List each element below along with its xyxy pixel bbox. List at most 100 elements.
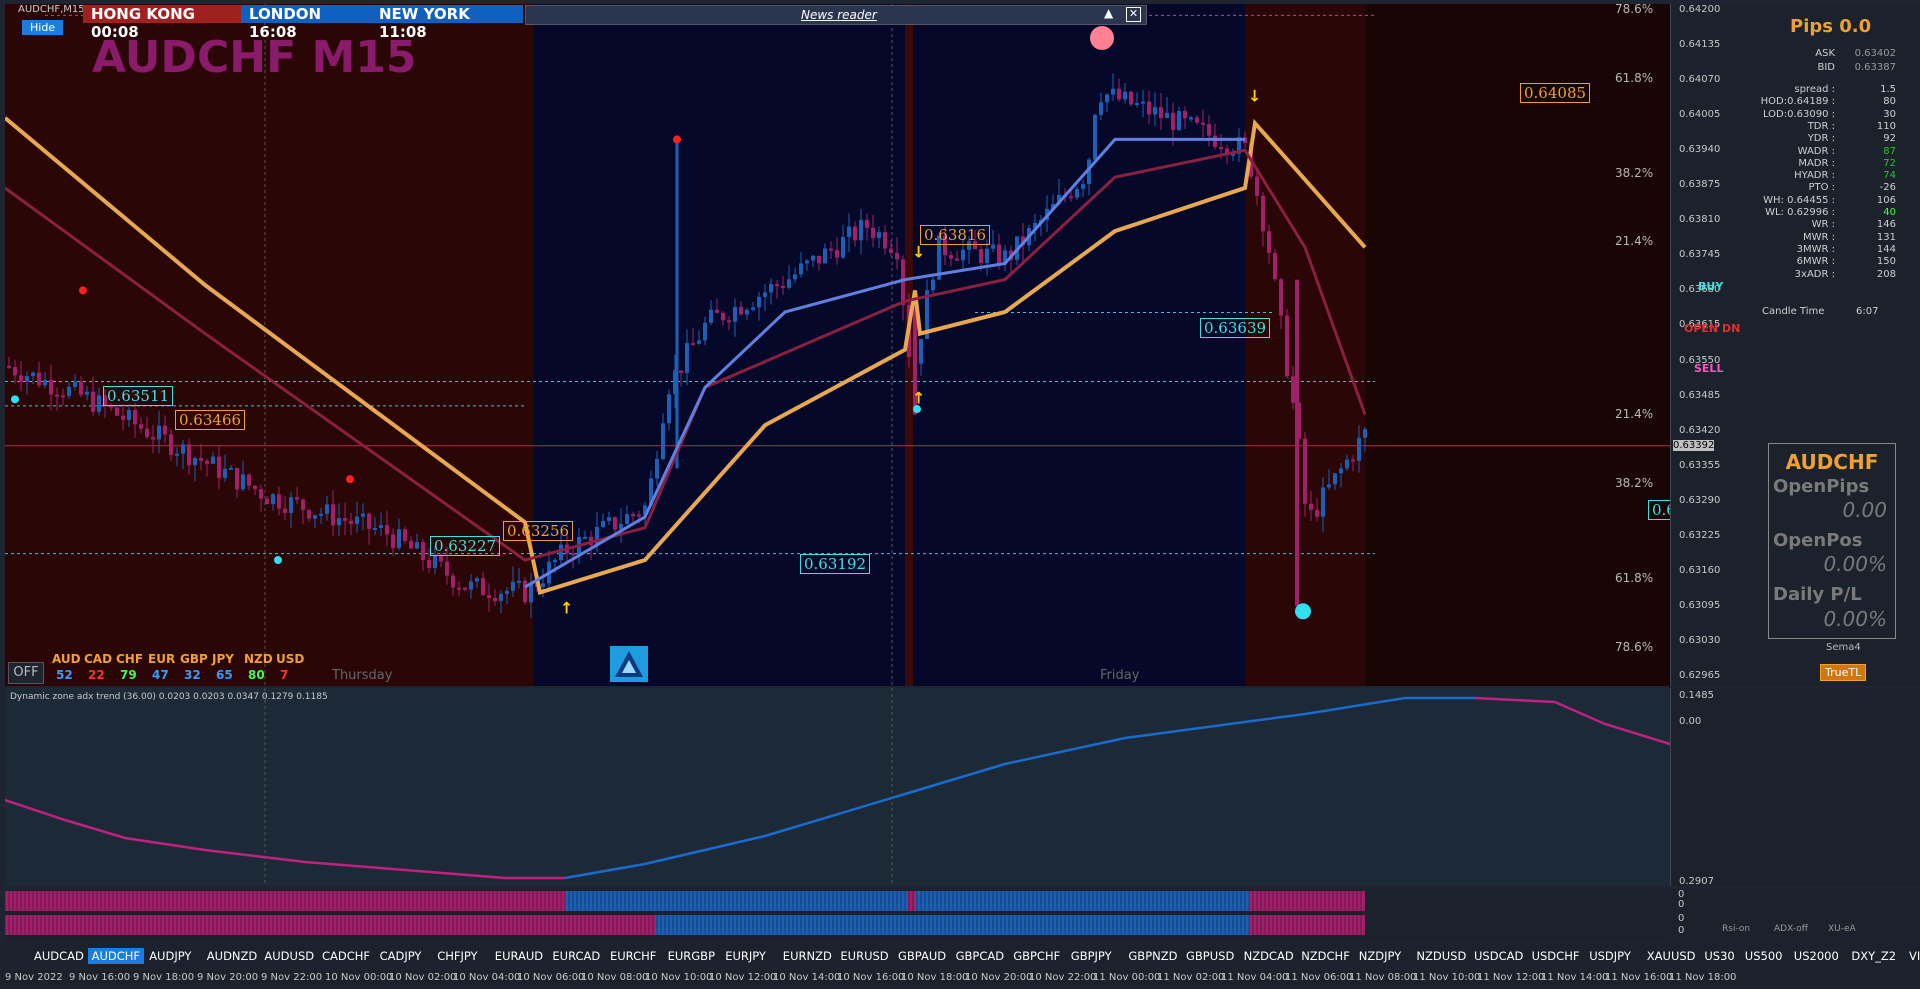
candle-body <box>697 340 701 344</box>
main-price-chart[interactable]: ↑ ↓ ↑ ↓ <box>5 4 1670 686</box>
symbol-tab[interactable]: GBPNZD <box>1124 948 1181 964</box>
symbol-tab[interactable]: GBPAUD <box>894 948 950 964</box>
symbol-tab[interactable]: AUDCAD <box>30 948 88 964</box>
symbol-tab[interactable]: EURJPY <box>721 948 770 964</box>
candle-body <box>1129 91 1133 105</box>
symbol-tab[interactable]: EURAUD <box>491 948 547 964</box>
symbol-tab[interactable]: CADJPY <box>376 948 426 964</box>
asia-session-bg <box>1245 4 1365 686</box>
hide-button[interactable]: Hide <box>22 20 64 35</box>
info-row-value: 72 <box>1883 157 1896 169</box>
candle-body <box>157 425 161 440</box>
symbol-tab[interactable]: VIX_X2 <box>1905 948 1920 964</box>
candle-body <box>319 513 323 516</box>
currency-name: GBP <box>180 652 208 666</box>
candle-body <box>181 444 185 454</box>
buy-signal[interactable]: BUY <box>1698 280 1723 293</box>
symbol-tab[interactable]: XAUUSD <box>1643 948 1700 964</box>
candle-body <box>805 260 809 264</box>
candle-body <box>31 372 35 377</box>
price-scale[interactable]: 0.64200 0.64135 0.64070 0.64005 0.63940 0.638… <box>1670 4 1727 686</box>
symbol-tab[interactable]: AUDJPY <box>145 948 195 964</box>
symbol-tab[interactable]: EURCAD <box>548 948 604 964</box>
symbol-tab[interactable]: EURUSD <box>836 948 892 964</box>
symbol-tab[interactable]: NZDJPY <box>1355 948 1405 964</box>
candle-body <box>631 514 635 517</box>
candle-body <box>313 515 317 519</box>
indicator-line-bear <box>4 798 565 880</box>
candle-body <box>679 370 683 373</box>
candle-body <box>1183 110 1187 119</box>
daily-pl-value: 0.00% <box>1823 607 1887 631</box>
sell-signal[interactable]: SELL <box>1694 362 1723 375</box>
close-icon[interactable]: ✕ <box>1126 7 1141 22</box>
currency-name: JPY <box>212 652 234 666</box>
symbol-tab[interactable]: USDCAD <box>1470 948 1527 964</box>
time-axis: 9 Nov 2022 9 Nov 16:00 9 Nov 18:00 9 Nov 20… <box>0 970 1920 989</box>
candle-body <box>775 284 779 287</box>
candle-body <box>409 540 413 549</box>
candle-body <box>781 285 785 288</box>
symbol-tab[interactable]: EURCHF <box>606 948 660 964</box>
collapse-icon[interactable]: ▲ <box>1104 6 1113 20</box>
symbol-tab[interactable]: AUDUSD <box>260 948 318 964</box>
symbol-tab[interactable]: GBPCHF <box>1009 948 1064 964</box>
session-label-thursday: Thursday <box>332 668 393 683</box>
symbol-tab[interactable]: AUDCHF <box>87 948 145 964</box>
candle-body <box>427 560 431 568</box>
symbol-tab[interactable]: EURGBP <box>664 948 719 964</box>
daily-pl-label: Daily P/L <box>1773 584 1862 605</box>
currency-name: AUD <box>52 652 81 666</box>
symbol-tab[interactable]: US2000 <box>1790 948 1843 964</box>
currency-strength-value: 65 <box>216 668 233 682</box>
symbol-tab[interactable]: CADCHF <box>318 948 374 964</box>
symbol-tab[interactable]: CHFJPY <box>433 948 481 964</box>
symbol-tab[interactable]: NZDCAD <box>1240 948 1298 964</box>
candle-body <box>715 309 719 313</box>
symbol-tab[interactable]: GBPCAD <box>952 948 1009 964</box>
price-scale-label: 0.64070 <box>1679 74 1721 86</box>
fib-label: 78.6% <box>1615 640 1654 654</box>
candle-body <box>763 292 767 297</box>
sema-label: Sema4 <box>1826 642 1861 653</box>
symbol-tab[interactable]: US500 <box>1741 948 1787 964</box>
time-axis-label: 9 Nov 18:00 <box>133 972 195 983</box>
candle-body <box>295 497 299 500</box>
candle-body <box>1309 503 1313 510</box>
info-row-value: 0.63402 <box>1854 48 1896 59</box>
candle-body <box>961 249 965 261</box>
symbol-tab[interactable]: US30 <box>1700 948 1738 964</box>
candle-body <box>625 514 629 524</box>
news-reader-bar[interactable]: News reader ▲ ✕ <box>525 5 1147 25</box>
symbol-tab[interactable]: EURNZD <box>779 948 836 964</box>
symbol-tab[interactable]: AUDNZD <box>203 948 261 964</box>
time-axis-label: 11 Nov 12:00 <box>1477 972 1545 983</box>
symbol-tab[interactable]: DXY_Z2 <box>1847 948 1900 964</box>
time-axis-label: 10 Nov 14:00 <box>773 972 841 983</box>
indicator-panel[interactable] <box>4 688 1671 886</box>
candle-body <box>331 504 335 526</box>
candle-body <box>811 255 815 261</box>
symbol-tab[interactable]: GBPJPY <box>1067 948 1116 964</box>
bar-scale-label: 0 <box>1678 925 1685 936</box>
symbol-tab[interactable]: NZDUSD <box>1412 948 1470 964</box>
off-button[interactable]: OFF <box>8 662 44 684</box>
candle-body <box>25 376 29 382</box>
indicator-scale-label: 0.00 <box>1679 716 1702 727</box>
time-axis-label: 11 Nov 08:00 <box>1349 972 1417 983</box>
time-axis-label: 11 Nov 04:00 <box>1221 972 1289 983</box>
time-axis-label: 11 Nov 16:00 <box>1605 972 1673 983</box>
candle-body <box>703 322 707 341</box>
symbol-tab[interactable]: USDCHF <box>1528 948 1584 964</box>
candle-body <box>1099 102 1103 115</box>
symbol-tab[interactable]: USDJPY <box>1585 948 1635 964</box>
brand-logo[interactable] <box>610 646 648 682</box>
truetl-button[interactable]: TrueTL <box>1820 664 1867 681</box>
candle-body <box>457 587 461 590</box>
candle-body <box>265 498 269 505</box>
symbol-tab[interactable]: GBPUSD <box>1182 948 1238 964</box>
symbol-tab[interactable]: NZDCHF <box>1297 948 1354 964</box>
news-reader-label[interactable]: News reader <box>801 8 877 22</box>
currency-strength-value: 47 <box>152 668 169 682</box>
candle-body <box>655 458 659 479</box>
